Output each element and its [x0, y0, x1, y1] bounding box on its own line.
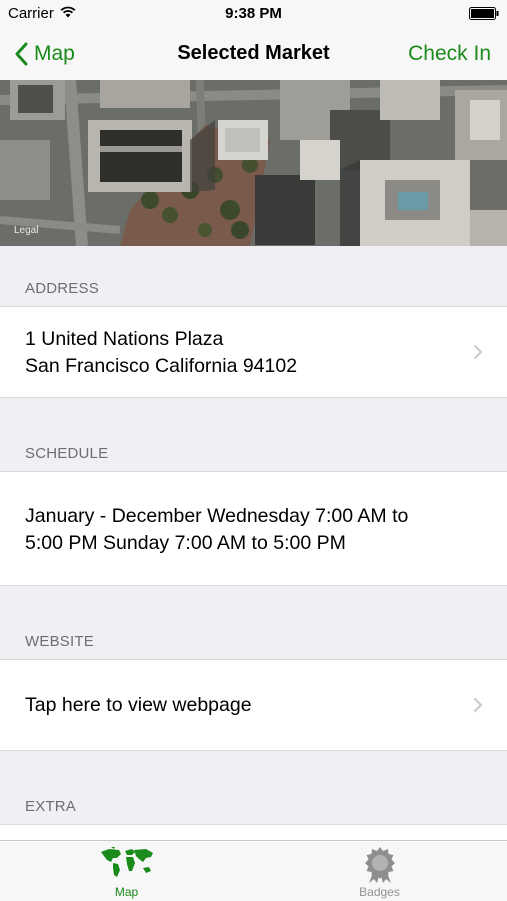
website-cell[interactable]: Tap here to view webpage: [0, 659, 507, 751]
chevron-right-icon: [473, 344, 483, 360]
address-line-1: 1 United Nations Plaza: [25, 328, 224, 350]
check-in-button[interactable]: Check In: [408, 42, 491, 66]
world-map-icon: [100, 847, 153, 877]
website-link[interactable]: Tap here to view webpage: [25, 692, 252, 719]
tab-badges[interactable]: Badges: [253, 841, 506, 901]
tab-badges-label: Badges: [359, 885, 400, 899]
map-legal-label[interactable]: Legal: [14, 225, 38, 236]
chevron-right-icon: [473, 697, 483, 713]
tab-bar: Map Badges: [0, 840, 507, 901]
status-time: 9:38 PM: [225, 5, 282, 22]
tab-map-label: Map: [114, 885, 139, 899]
address-cell[interactable]: 1 United Nations Plaza San Francisco Cal…: [0, 306, 507, 398]
schedule-line-1: January - December Wednesday 7:00 AM to: [25, 505, 409, 527]
address-line-2: San Francisco California 94102: [25, 355, 298, 377]
navigation-bar: Map Selected Market Check In: [0, 28, 507, 80]
schedule-section-header: SCHEDULE: [25, 445, 109, 462]
tab-map[interactable]: Map: [0, 841, 253, 901]
address-section-header: ADDRESS: [25, 280, 99, 297]
battery-icon: [469, 7, 499, 20]
extra-section-header: EXTRA: [25, 798, 77, 815]
status-bar: Carrier 9:38 PM: [0, 0, 507, 28]
satellite-map[interactable]: Legal: [0, 80, 507, 246]
schedule-cell: January - December Wednesday 7:00 AM to …: [0, 471, 507, 586]
badge-icon: [364, 847, 395, 883]
schedule-line-2: 5:00 PM Sunday 7:00 AM to 5:00 PM: [25, 532, 346, 554]
website-section-header: WEBSITE: [25, 633, 94, 650]
